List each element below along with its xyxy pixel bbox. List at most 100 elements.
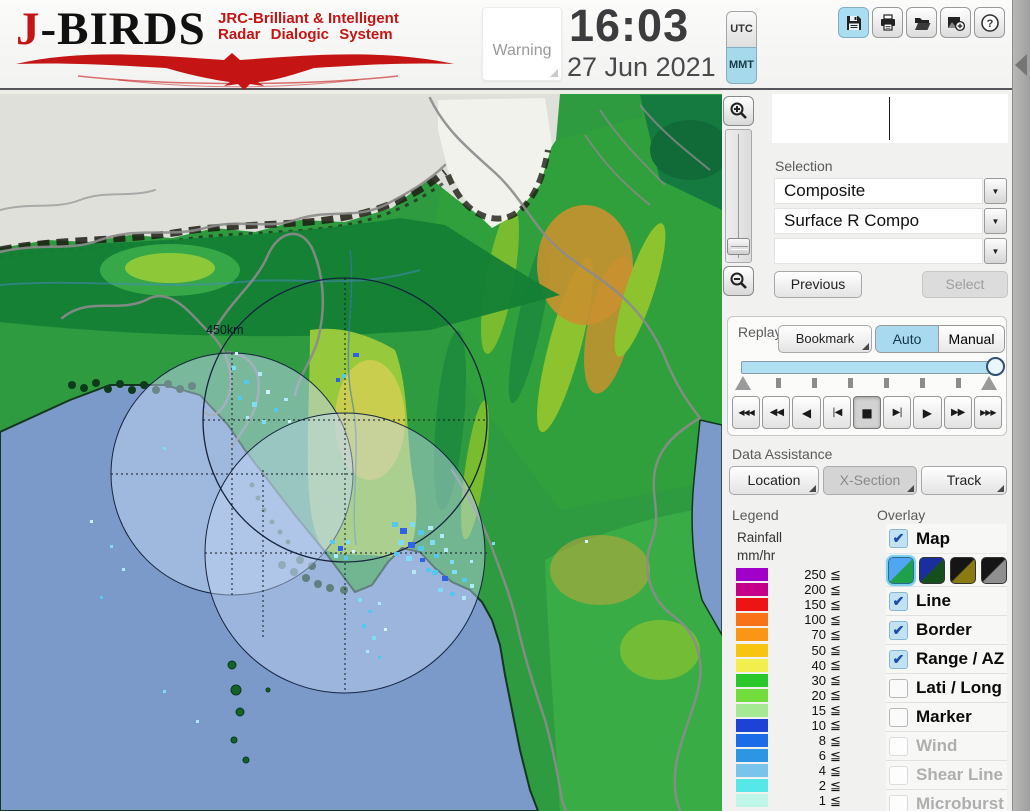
legend-color-swatch <box>736 794 768 808</box>
dropdown-option-arrow[interactable]: ▼ <box>984 238 1007 264</box>
clock-date: 27 Jun 2021 <box>567 52 716 82</box>
overlay-row-line: ✔ Line <box>886 586 1007 615</box>
zoom-slider-track[interactable] <box>725 129 752 263</box>
legend-color-swatch <box>736 688 768 702</box>
lati-long-checkbox[interactable] <box>889 678 908 698</box>
legend-color-swatch <box>736 583 768 597</box>
lte-symbol: ≦ <box>830 596 841 612</box>
map-style-black-olive[interactable] <box>950 557 976 584</box>
x-section-button[interactable]: X-Section <box>823 466 917 495</box>
overlay-checklist: ✔ Map ✔ Line ✔ Border ✔ Range / AZ Lati / Long Ma… <box>886 524 1007 811</box>
border-checkbox[interactable]: ✔ <box>889 620 908 640</box>
replay-mode-toggle: Auto Manual <box>875 325 1005 353</box>
map-style-black-gray[interactable] <box>981 557 1007 584</box>
transport-skip-first[interactable]: |◀ <box>822 396 851 429</box>
replay-slider-handle[interactable] <box>986 357 1005 376</box>
dropdown-product[interactable]: Surface R Compo <box>774 208 983 234</box>
header-bar: J-BIRDS JRC-Brilliant & Intelligent Rada… <box>0 0 1030 90</box>
dropdown-category-arrow[interactable]: ▼ <box>984 178 1007 204</box>
map-checkbox[interactable]: ✔ <box>889 529 908 548</box>
legend-row: 200 ≦ <box>736 582 866 597</box>
replay-slider-track[interactable] <box>741 361 994 374</box>
map-style-navy-darkgreen[interactable] <box>919 557 945 584</box>
legend-row: 30 ≦ <box>736 672 866 688</box>
map-style-swatches <box>886 553 1007 586</box>
slider-tick <box>884 378 889 388</box>
zoom-slider-handle[interactable] <box>727 238 750 255</box>
microburst-checkbox[interactable] <box>889 794 908 811</box>
legend-color-swatch <box>736 749 768 763</box>
previous-button[interactable]: Previous <box>774 271 862 298</box>
location-button[interactable]: Location <box>729 466 819 495</box>
legend-value: 250 <box>804 567 826 583</box>
lte-symbol: ≦ <box>830 611 841 627</box>
transport-forward-fast[interactable]: ▶▶▶ <box>973 396 1002 429</box>
lte-symbol: ≦ <box>830 626 841 642</box>
legend-unit-line2: mm/hr <box>737 548 776 563</box>
legend-row: 8 ≦ <box>736 733 866 748</box>
overlay-row-map: ✔ Map <box>886 524 1007 553</box>
legend-row: 10 ≦ <box>736 717 866 733</box>
legend-color-swatch <box>736 628 768 642</box>
manual-mode-button[interactable]: Manual <box>939 326 1004 352</box>
dropdown-option[interactable] <box>774 238 983 264</box>
add-image-button[interactable] <box>940 7 971 38</box>
open-folder-button[interactable] <box>906 7 937 38</box>
zoom-out-button[interactable] <box>723 266 754 296</box>
legend-color-swatch <box>736 734 768 748</box>
timezone-utc-button[interactable]: UTC <box>726 11 757 48</box>
legend-value: 10 <box>811 717 826 733</box>
overlay-row-shear-line: Shear Line <box>886 760 1007 789</box>
help-button[interactable]: ? <box>974 7 1005 38</box>
shear-line-checkbox[interactable] <box>889 765 908 785</box>
transport-rewind[interactable]: ◀◀ <box>762 396 791 429</box>
help-icon: ? <box>980 13 999 32</box>
auto-mode-button[interactable]: Auto <box>876 326 939 352</box>
legend-row: 100 ≦ <box>736 612 866 627</box>
lte-symbol: ≦ <box>830 642 841 658</box>
legend-row: 150 ≦ <box>736 597 866 612</box>
overlay-row-microburst: Microburst <box>886 789 1007 811</box>
save-button[interactable] <box>838 7 869 38</box>
legend-value: 8 <box>818 733 826 749</box>
legend-row: 6 ≦ <box>736 748 866 763</box>
print-button[interactable] <box>872 7 903 38</box>
shear-line-label: Shear Line <box>916 765 1003 784</box>
overlay-row-border: ✔ Border <box>886 615 1007 644</box>
line-checkbox[interactable]: ✔ <box>889 591 908 611</box>
transport-step-back[interactable]: ◀ <box>792 396 821 429</box>
range-az-label: Range / AZ <box>916 649 1005 668</box>
panel-edge-strip[interactable] <box>1012 0 1030 811</box>
legend-unit-line1: Rainfall <box>737 530 783 545</box>
lte-symbol: ≦ <box>830 732 841 748</box>
add-image-icon <box>947 16 965 31</box>
marker-checkbox[interactable] <box>889 707 908 727</box>
transport-forward[interactable]: ▶▶ <box>943 396 972 429</box>
floppy-disk-icon <box>846 15 861 30</box>
map-style-blue-green[interactable] <box>886 555 916 586</box>
timezone-mmt-button[interactable]: MMT <box>726 47 757 84</box>
wind-checkbox[interactable] <box>889 736 908 756</box>
transport-skip-last[interactable]: ▶| <box>883 396 912 429</box>
legend-row: 15 ≦ <box>736 702 866 718</box>
dropdown-fold-icon <box>862 343 869 350</box>
transport-play[interactable]: ▶ <box>913 396 942 429</box>
overlay-label: Overlay <box>877 507 926 523</box>
select-button[interactable]: Select <box>922 271 1008 298</box>
bookmark-button[interactable]: Bookmark <box>778 325 872 353</box>
track-button[interactable]: Track <box>921 466 1007 495</box>
legend-row: 50 ≦ <box>736 642 866 658</box>
dropdown-category[interactable]: Composite <box>774 178 983 204</box>
transport-rewind-fast[interactable]: ◀◀◀ <box>732 396 761 429</box>
range-az-checkbox[interactable]: ✔ <box>889 649 908 669</box>
printer-icon <box>880 13 895 31</box>
warning-button[interactable]: Warning <box>482 7 562 81</box>
zoom-in-button[interactable] <box>723 96 754 126</box>
dropdown-product-arrow[interactable]: ▼ <box>984 208 1007 234</box>
radar-map[interactable]: 450km <box>0 90 722 811</box>
transport-stop[interactable]: ■ <box>852 396 882 429</box>
wind-label: Wind <box>916 736 958 755</box>
lte-symbol: ≦ <box>830 581 841 597</box>
collapse-panel-arrow-icon[interactable] <box>1015 54 1027 76</box>
data-assistance-label: Data Assistance <box>732 446 833 462</box>
